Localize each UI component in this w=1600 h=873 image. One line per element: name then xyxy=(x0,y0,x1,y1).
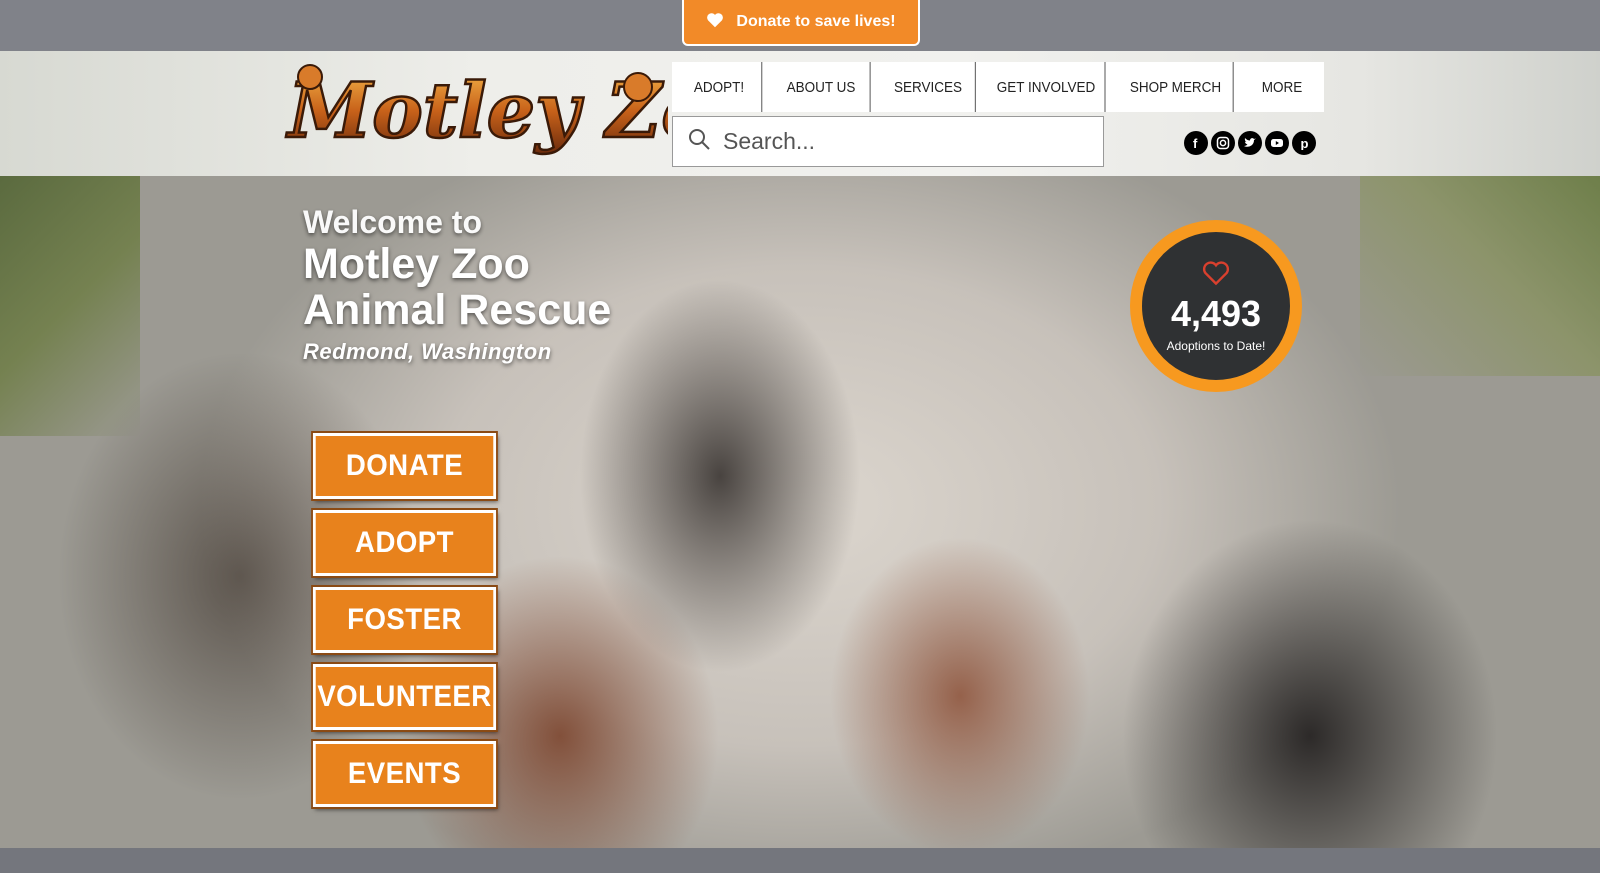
hero-banner: Welcome to Motley Zoo Animal Rescue Redm… xyxy=(0,176,1600,848)
site-logo[interactable]: Motley Zoo xyxy=(278,59,764,167)
facebook-icon[interactable]: f xyxy=(1184,131,1208,155)
adoptions-count: 4,493 xyxy=(1170,292,1262,334)
top-bar: Donate to save lives! xyxy=(0,0,1600,51)
social-links: f p xyxy=(1184,131,1316,155)
instagram-icon[interactable] xyxy=(1211,131,1235,155)
adoptions-counter: 4,493 Adoptions to Date! xyxy=(1130,220,1302,392)
donate-tab-label: Donate to save lives! xyxy=(736,13,896,30)
donate-tab-button[interactable]: Donate to save lives! xyxy=(682,0,920,46)
hero-title-line2: Animal Rescue xyxy=(303,286,612,334)
svg-text:p: p xyxy=(1301,136,1309,150)
volunteer-button[interactable]: VOLUNTEER xyxy=(312,664,497,730)
nav-item-get-involved[interactable]: GET INVOLVED xyxy=(988,62,1106,112)
foster-button[interactable]: FOSTER xyxy=(312,587,497,653)
heart-outline-icon xyxy=(1201,260,1231,291)
youtube-icon[interactable] xyxy=(1265,131,1289,155)
svg-text:Motley Zoo: Motley Zoo xyxy=(285,66,668,155)
svg-text:f: f xyxy=(1193,136,1198,150)
main-nav: ADOPT! ABOUT US SERVICES GET INVOLVED SH… xyxy=(672,62,1324,112)
pinterest-icon[interactable]: p xyxy=(1292,131,1316,155)
search-input[interactable] xyxy=(723,128,1083,155)
action-buttons: DONATE ADOPT FOSTER VOLUNTEER EVENTS xyxy=(305,433,504,807)
events-button[interactable]: EVENTS xyxy=(312,741,497,807)
adoptions-label: Adoptions to Date! xyxy=(1166,338,1266,353)
nav-item-about-us[interactable]: ABOUT US xyxy=(772,62,871,112)
bottom-bar xyxy=(0,848,1600,873)
adopt-button[interactable]: ADOPT xyxy=(312,510,497,576)
hero-welcome: Welcome to Motley Zoo Animal Rescue Redm… xyxy=(303,204,611,365)
search-icon xyxy=(687,127,711,156)
nav-item-more[interactable]: MORE xyxy=(1244,62,1320,112)
nav-item-services[interactable]: SERVICES xyxy=(881,62,976,112)
donate-button[interactable]: DONATE xyxy=(312,433,497,499)
nav-item-shop-merch[interactable]: SHOP MERCH xyxy=(1118,62,1234,112)
hero-grass-left xyxy=(0,176,140,436)
hero-title-line1: Motley Zoo xyxy=(303,240,530,288)
heart-icon xyxy=(706,12,724,33)
site-header: Motley Zoo ADOPT! ABOUT US SERVICES GET … xyxy=(0,51,1600,176)
twitter-icon[interactable] xyxy=(1238,131,1262,155)
search-bar xyxy=(672,116,1104,167)
hero-welcome-text: Welcome to xyxy=(303,204,482,240)
hero-location: Redmond, Washington xyxy=(303,339,552,364)
hero-grass-right xyxy=(1360,176,1600,376)
nav-item-adopt[interactable]: ADOPT! xyxy=(677,62,763,112)
